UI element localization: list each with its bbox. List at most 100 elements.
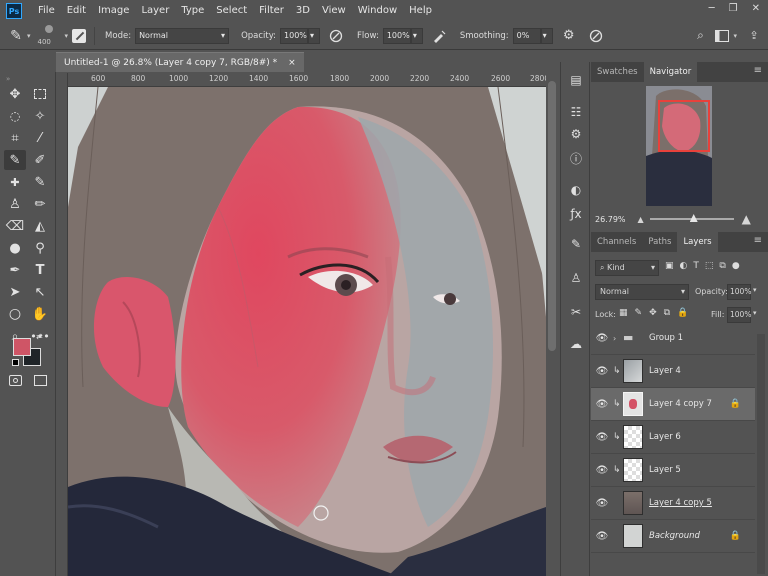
zoom-in-icon[interactable]: ▲ <box>742 212 751 226</box>
layer-row[interactable]: 👁 ↳ Layer 5 <box>591 454 755 487</box>
blur-tool-icon[interactable]: ● <box>4 238 26 258</box>
document-tab[interactable]: Untitled-1 @ 26.8% (Layer 4 copy 7, RGB/… <box>56 52 304 72</box>
menu-image[interactable]: Image <box>92 0 135 22</box>
clone-stamp-icon[interactable]: ♙ <box>4 194 26 214</box>
flow-input[interactable]: 100% <box>382 27 411 44</box>
panel-menu-icon[interactable]: ≡ <box>754 235 762 246</box>
gear-icon[interactable]: ⚙ <box>561 28 577 44</box>
brushes-icon[interactable]: ✎ <box>566 234 586 254</box>
filter-toggle-icon[interactable]: ● <box>732 261 740 271</box>
menu-edit[interactable]: Edit <box>61 0 92 22</box>
menu-layer[interactable]: Layer <box>135 0 175 22</box>
navigator-view-box[interactable] <box>658 100 710 152</box>
layer-row[interactable]: 👁 ↳ Layer 4 <box>591 355 755 388</box>
tool-presets-icon[interactable]: ✂ <box>566 302 586 322</box>
color-icon[interactable]: ◐ <box>566 180 586 200</box>
menu-select[interactable]: Select <box>210 0 253 22</box>
menu-type[interactable]: Type <box>175 0 210 22</box>
scroll-thumb[interactable] <box>548 81 556 351</box>
hand-tool-icon[interactable]: ✋ <box>29 304 51 324</box>
quick-mask-icon[interactable] <box>4 370 26 390</box>
visibility-eye-icon[interactable]: 👁 <box>591 465 613 476</box>
direct-selection-icon[interactable]: ↖ <box>29 282 51 302</box>
libraries-icon[interactable]: ☁ <box>566 334 586 354</box>
brush-settings-icon[interactable] <box>71 28 87 44</box>
layer-row[interactable]: 👁 › ▬ Group 1 <box>591 322 755 355</box>
tab-navigator[interactable]: Navigator <box>643 62 698 82</box>
lock-artboard-icon[interactable]: ⧉ <box>664 308 670 318</box>
pixel-filter-icon[interactable]: ▣ <box>665 261 674 271</box>
layer-row[interactable]: 👁 ↳ Layer 4 copy 7 🔒 <box>591 388 755 421</box>
layer-row[interactable]: 👁 Layer 4 copy 5 <box>591 487 755 520</box>
menu-3d[interactable]: 3D <box>290 0 316 22</box>
eyedropper-icon[interactable]: ⁄ <box>29 128 51 148</box>
default-colors-icon[interactable] <box>12 359 19 366</box>
adjustments-icon[interactable]: ⚙ <box>566 124 586 144</box>
tab-paths[interactable]: Paths <box>642 232 677 252</box>
panel-menu-icon[interactable]: ≡ <box>754 65 762 76</box>
smart-object-filter-icon[interactable]: ⧉ <box>719 261 725 271</box>
search-icon[interactable]: ⌕ <box>692 28 708 44</box>
move-tool-icon[interactable]: ✥ <box>4 84 26 104</box>
collapse-arrows-icon[interactable]: » <box>6 75 10 83</box>
close-tab-icon[interactable]: × <box>288 58 296 68</box>
visibility-eye-icon[interactable]: 👁 <box>591 333 613 344</box>
opacity-input[interactable]: 100% <box>280 27 309 44</box>
layer-filter-select[interactable]: ⌕ Kind ▾ <box>595 260 659 276</box>
restore-button[interactable]: ❐ <box>729 3 738 14</box>
marquee-tool-icon[interactable] <box>29 84 51 104</box>
tab-channels[interactable]: Channels <box>591 232 642 252</box>
layer-row[interactable]: 👁 Background 🔒 <box>591 520 755 553</box>
layer-row[interactable]: 👁 ↳ Layer 6 <box>591 421 755 454</box>
menu-view[interactable]: View <box>316 0 352 22</box>
visibility-eye-icon[interactable]: 👁 <box>591 366 613 377</box>
layer-opacity-input[interactable]: 100% <box>727 284 751 300</box>
paint-bucket-icon[interactable]: ◭ <box>29 216 51 236</box>
magic-wand-icon[interactable]: ✧ <box>29 106 51 126</box>
lock-position-icon[interactable]: ✥ <box>649 308 657 318</box>
chevron-down-icon[interactable]: ▾ <box>733 32 737 40</box>
chevron-right-icon[interactable]: › <box>613 334 623 343</box>
path-selection-icon[interactable]: ➤ <box>4 282 26 302</box>
eraser-tool-icon[interactable]: ⌫ <box>4 216 26 236</box>
chevron-down-icon[interactable]: ▾ <box>27 32 31 40</box>
flow-dropdown[interactable]: ▾ <box>410 27 423 44</box>
clone-source-icon[interactable]: ♙ <box>566 268 586 288</box>
mixer-brush-icon[interactable]: ✐ <box>29 150 51 170</box>
fill-input[interactable]: 100% <box>727 307 751 323</box>
visibility-eye-icon[interactable]: 👁 <box>591 432 613 443</box>
airbrush-icon[interactable] <box>431 28 447 44</box>
swap-colors-icon[interactable]: ⇄ <box>36 332 43 341</box>
mode-select[interactable]: Normal ▾ <box>135 27 230 44</box>
styles-icon[interactable]: ƒx <box>566 204 586 224</box>
chevron-down-icon[interactable]: ▾ <box>753 309 757 317</box>
history-icon[interactable]: ▤ <box>566 70 586 90</box>
healing-brush-icon[interactable]: ✚ <box>4 172 26 192</box>
dodge-tool-icon[interactable]: ⚲ <box>29 238 51 258</box>
menu-help[interactable]: Help <box>403 0 438 22</box>
chevron-down-icon[interactable]: ▾ <box>65 32 69 40</box>
art-history-brush-icon[interactable]: ✏ <box>29 194 51 214</box>
history-brush-icon[interactable]: ✎ <box>29 172 51 192</box>
pressure-opacity-icon[interactable] <box>328 28 344 44</box>
info-icon[interactable]: ⓘ <box>566 148 586 168</box>
crop-tool-icon[interactable]: ⌗ <box>4 128 26 148</box>
brush-size-picker[interactable]: 400 <box>35 23 65 49</box>
type-tool-icon[interactable]: T <box>29 260 51 280</box>
share-icon[interactable]: ⇪ <box>746 28 762 44</box>
visibility-eye-icon[interactable]: 👁 <box>591 399 613 410</box>
workspace-icon[interactable] <box>714 28 730 44</box>
adjustment-filter-icon[interactable]: ◐ <box>680 261 688 271</box>
lock-image-icon[interactable]: ✎ <box>635 308 643 318</box>
screen-mode-icon[interactable] <box>29 370 51 390</box>
lock-all-icon[interactable]: 🔒 <box>677 308 688 318</box>
menu-file[interactable]: File <box>32 0 61 22</box>
navigator-thumbnail[interactable] <box>646 86 712 206</box>
layers-scrollbar[interactable] <box>757 334 765 574</box>
pen-tool-icon[interactable]: ✒ <box>4 260 26 280</box>
ellipse-tool-icon[interactable]: ○ <box>4 304 26 324</box>
zoom-value[interactable]: 26.79% <box>595 215 626 224</box>
tab-swatches[interactable]: Swatches <box>591 62 644 82</box>
tab-layers[interactable]: Layers <box>677 232 718 252</box>
visibility-eye-icon[interactable]: 👁 <box>591 498 613 509</box>
